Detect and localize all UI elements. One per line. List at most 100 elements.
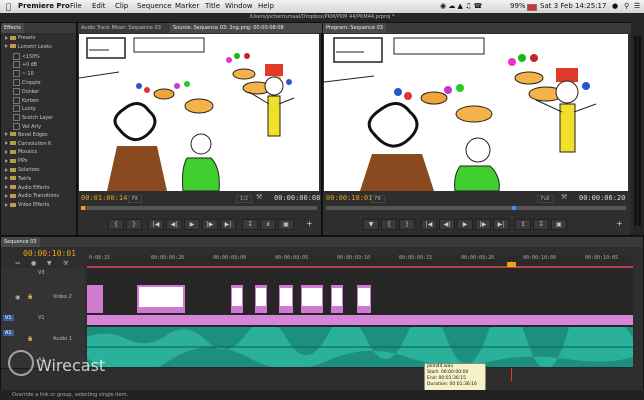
v2-clip[interactable] <box>331 285 343 313</box>
disclosure-triangle-icon[interactable] <box>5 185 8 190</box>
effects-list-item[interactable]: <150% <box>13 52 40 61</box>
menu-file[interactable]: File <box>70 0 82 13</box>
effects-list-item[interactable]: Lumetri Looks <box>5 44 52 52</box>
a1-audio-clip[interactable] <box>87 327 633 367</box>
disclosure-triangle-icon[interactable] <box>5 141 8 146</box>
program-extract-button[interactable]: ↧ <box>533 219 549 230</box>
program-goto-in-button[interactable]: |◀ <box>421 219 437 230</box>
effects-list-item[interactable]: Lucky <box>13 105 36 113</box>
tab-effects[interactable]: Effects <box>1 23 24 33</box>
source-export-frame-button[interactable]: ▣ <box>278 219 294 230</box>
menu-sequence[interactable]: Sequence <box>137 0 172 13</box>
menu-marker[interactable]: Marker <box>175 0 199 13</box>
effects-list-item[interactable]: Vet Arty <box>13 123 41 131</box>
menu-list-icon[interactable]: ☰ <box>634 0 640 13</box>
program-timecode-in[interactable]: 00:00:10:01 <box>326 194 372 202</box>
effects-list-item[interactable]: Korben <box>13 96 39 105</box>
program-mark-out-button[interactable]: } <box>399 219 415 230</box>
source-goto-out-button[interactable]: ▶| <box>220 219 236 230</box>
effects-list-item[interactable]: +0 dB <box>13 61 37 69</box>
tab-program[interactable]: Program: Sequence 03 <box>323 23 386 33</box>
spotlight-icon[interactable]: ⚲ <box>624 0 629 13</box>
v2-clip[interactable] <box>279 285 293 313</box>
menu-window[interactable]: Window <box>225 0 253 13</box>
snap-icon[interactable]: ↭ <box>15 260 20 267</box>
source-patch-a1[interactable]: A1 <box>3 330 14 336</box>
effects-list-item[interactable]: Donker <box>13 87 39 96</box>
source-scrubber[interactable] <box>81 206 317 210</box>
effects-list-item[interactable]: Presets <box>5 35 35 43</box>
effects-list-item[interactable]: Twirls <box>5 176 31 184</box>
disclosure-triangle-icon[interactable] <box>5 167 8 172</box>
program-export-frame-button[interactable]: ▣ <box>551 219 567 230</box>
program-scrubber[interactable] <box>326 206 626 210</box>
user-icon[interactable]: ● <box>612 0 618 13</box>
program-quality-select[interactable]: Full <box>537 195 554 203</box>
effects-list-item[interactable]: Convolution K <box>5 141 51 149</box>
program-wrench-icon[interactable]: ⚒ <box>561 193 567 201</box>
program-add-button-icon[interactable]: + <box>616 219 623 228</box>
timeline-wrench-icon[interactable]: ⚒ <box>63 260 68 267</box>
effects-list-item[interactable]: Solarizes <box>5 167 40 175</box>
disclosure-triangle-icon[interactable] <box>5 158 8 163</box>
linked-selection-icon[interactable]: ● <box>31 260 36 267</box>
program-lift-button[interactable]: ↥ <box>515 219 531 230</box>
eye-icon[interactable]: ◉ <box>15 294 20 301</box>
v2-clip[interactable] <box>137 285 185 313</box>
source-goto-in-button[interactable]: |◀ <box>148 219 164 230</box>
disclosure-triangle-icon[interactable] <box>5 35 8 40</box>
program-play-button[interactable]: ▶ <box>457 219 473 230</box>
effects-list-item[interactable]: Croppie <box>13 79 41 87</box>
track-header-v2[interactable]: ◉ 🔒 Video 2 <box>1 282 85 315</box>
program-step-back-button[interactable]: ◀| <box>439 219 455 230</box>
app-menu[interactable]: Premiere Pro <box>18 0 70 13</box>
effects-list-item[interactable]: Bevel Edges <box>5 132 47 140</box>
source-mark-in-button[interactable]: { <box>108 219 124 230</box>
source-patch-v1[interactable]: V1 <box>3 315 14 321</box>
audio-lock-icon[interactable]: 🔒 <box>27 336 33 342</box>
playhead-handle[interactable] <box>507 262 516 267</box>
tab-source[interactable]: Source: Sequence 03: 2ng.png: 00:00:08:0… <box>170 23 324 33</box>
source-play-button[interactable]: ▶ <box>184 219 200 230</box>
effects-list-item[interactable]: Audio Effects <box>5 185 49 193</box>
v2-clip[interactable] <box>255 285 267 313</box>
timeline-timecode[interactable]: 00:00:10:01 <box>23 249 76 258</box>
apple-icon[interactable]:  <box>6 0 11 13</box>
menu-clip[interactable]: Clip <box>115 0 128 13</box>
source-insert-button[interactable]: ↧ <box>242 219 258 230</box>
tab-audio-mixer[interactable]: Audio Track Mixer: Sequence 03 <box>78 23 172 33</box>
disclosure-triangle-icon[interactable] <box>5 149 8 154</box>
effects-list-item[interactable]: Scotch Layer <box>13 114 53 122</box>
menu-help[interactable]: Help <box>258 0 274 13</box>
effects-list-item[interactable]: ~ 10 <box>13 70 34 78</box>
program-marker-button[interactable]: ▼ <box>363 219 379 230</box>
wrench-icon[interactable]: ⚒ <box>256 193 262 201</box>
v2-clip[interactable] <box>357 285 371 313</box>
source-fit-select[interactable]: Fit <box>128 195 142 203</box>
source-timecode-in[interactable]: 00:01:00:14 <box>81 194 127 202</box>
source-step-back-button[interactable]: ◀| <box>166 219 182 230</box>
program-mark-in-button[interactable]: { <box>381 219 397 230</box>
disclosure-triangle-icon[interactable] <box>5 132 8 137</box>
v2-clip[interactable] <box>301 285 323 313</box>
program-fit-select[interactable]: Fit <box>371 195 385 203</box>
lock-icon[interactable]: 🔒 <box>27 294 33 300</box>
effects-list-item[interactable]: PiPs <box>5 158 27 166</box>
effects-list-item[interactable]: Video Effects <box>5 202 49 210</box>
disclosure-triangle-icon[interactable] <box>5 193 8 198</box>
source-add-button-icon[interactable]: + <box>306 219 313 228</box>
menu-title[interactable]: Title <box>205 0 220 13</box>
program-step-forward-button[interactable]: |▶ <box>475 219 491 230</box>
add-marker-icon[interactable]: ▼ <box>47 260 52 267</box>
v1-clip[interactable] <box>87 315 633 325</box>
source-step-forward-button[interactable]: |▶ <box>202 219 218 230</box>
v2-clip[interactable] <box>231 285 243 313</box>
effects-list-item[interactable]: Mosaics <box>5 149 37 157</box>
effects-list-item[interactable]: Audio Transitions <box>5 193 59 201</box>
disclosure-triangle-icon[interactable] <box>5 202 8 207</box>
disclosure-triangle-icon[interactable] <box>5 44 8 49</box>
source-mark-out-button[interactable]: } <box>126 219 142 230</box>
track-header-v3[interactable]: V3 <box>1 268 85 283</box>
v2-clip[interactable] <box>87 285 103 313</box>
disclosure-triangle-icon[interactable] <box>5 176 8 181</box>
